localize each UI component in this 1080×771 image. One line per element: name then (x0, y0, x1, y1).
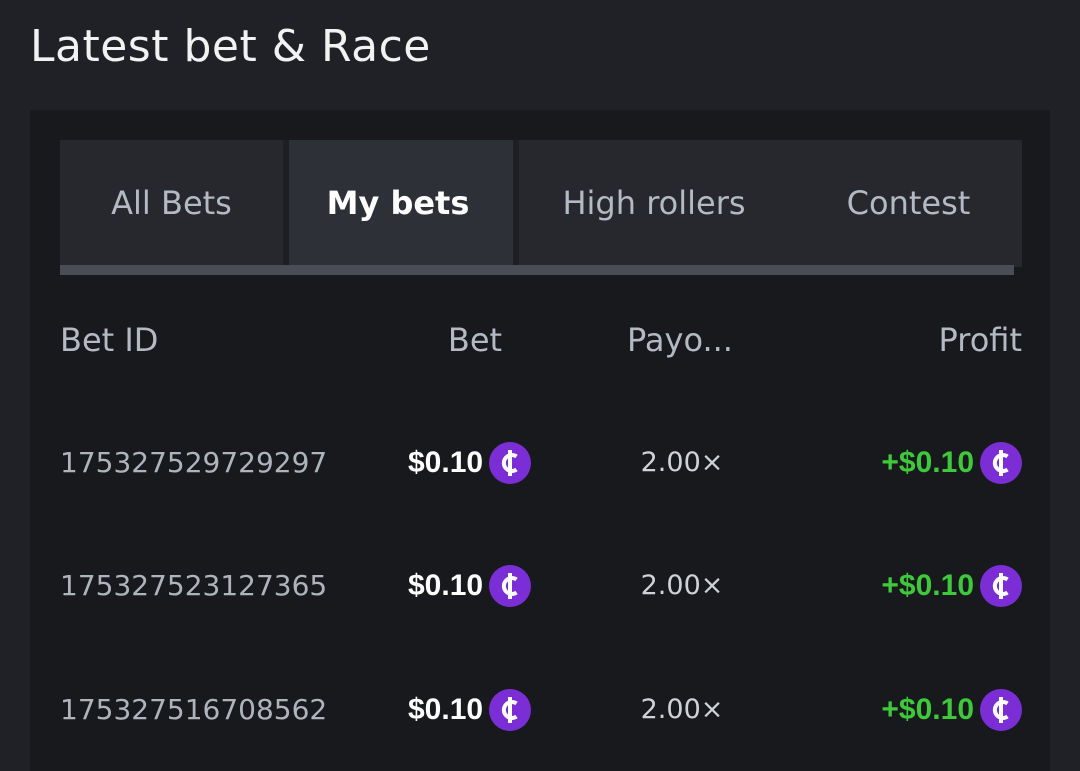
bet-amount: $0.10 (408, 569, 484, 602)
tab-divider (513, 140, 519, 265)
tab-divider (283, 140, 289, 265)
coin-icon (980, 442, 1022, 484)
payout-cell: 2.00× (640, 447, 724, 478)
table-row[interactable]: 175327516708562 $0.10 2.00× +$0.10 (60, 675, 1022, 745)
payout-cell: 2.00× (640, 570, 724, 601)
bet-amount-cell: $0.10 (408, 551, 548, 621)
coin-icon (489, 565, 532, 607)
profit-amount: +$0.10 (881, 693, 974, 726)
header-bet[interactable]: Bet (420, 310, 530, 370)
page: Latest bet & Race All Bets My bets High … (0, 0, 1080, 771)
bet-amount-cell: $0.10 (408, 428, 548, 498)
bet-id-cell[interactable]: 175327529729297 (60, 428, 328, 498)
profit-cell: +$0.10 (822, 675, 1022, 745)
table-header: Bet ID Bet Payo... Profit (60, 310, 1022, 370)
tab-bar: All Bets My bets High rollers Contest (60, 140, 1022, 267)
coin-icon (489, 689, 532, 731)
tab-contest[interactable]: Contest (795, 140, 1022, 265)
profit-amount: +$0.10 (881, 569, 974, 602)
profit-cell: +$0.10 (822, 428, 1022, 498)
table-row[interactable]: 175327523127365 $0.10 2.00× +$0.10 (60, 551, 1022, 621)
coin-icon (980, 565, 1022, 607)
tab-all-bets[interactable]: All Bets (60, 140, 283, 265)
profit-cell: +$0.10 (822, 551, 1022, 621)
bet-amount: $0.10 (408, 446, 484, 479)
bets-panel: All Bets My bets High rollers Contest Be… (30, 110, 1050, 771)
bet-amount-cell: $0.10 (408, 675, 548, 745)
section-title: Latest bet & Race (30, 21, 431, 72)
tab-underline (60, 265, 1014, 275)
tab-my-bets[interactable]: My bets (283, 140, 513, 265)
header-bet-id[interactable]: Bet ID (60, 310, 260, 370)
header-profit[interactable]: Profit (822, 310, 1022, 370)
bet-id-cell[interactable]: 175327523127365 (60, 551, 328, 621)
coin-icon (489, 442, 532, 484)
coin-icon (980, 689, 1022, 731)
table-row[interactable]: 175327529729297 $0.10 2.00× +$0.10 (60, 428, 1022, 498)
header-payout[interactable]: Payo... (600, 310, 760, 370)
payout-cell: 2.00× (640, 694, 724, 725)
profit-amount: +$0.10 (881, 446, 974, 479)
bet-id-cell[interactable]: 175327516708562 (60, 675, 328, 745)
bet-amount: $0.10 (408, 693, 484, 726)
tab-high-rollers[interactable]: High rollers (513, 140, 795, 265)
